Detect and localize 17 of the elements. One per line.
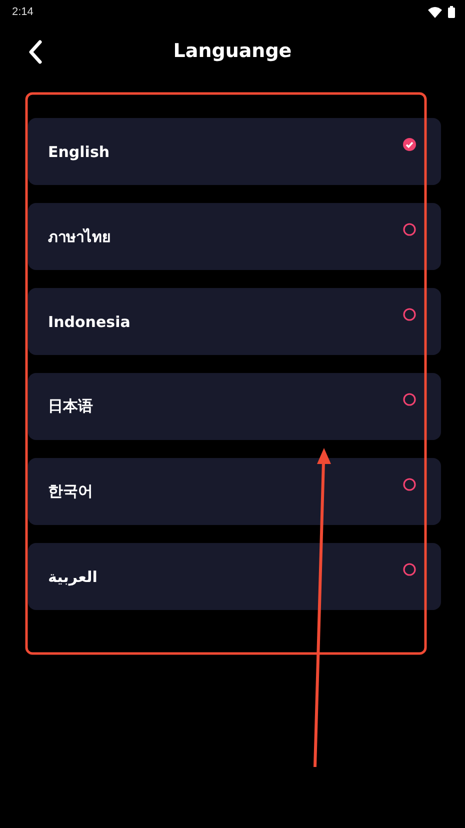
- status-time: 2:14: [12, 6, 34, 18]
- language-label: English: [48, 142, 110, 160]
- wifi-icon: [428, 6, 442, 18]
- language-label: 한국어: [48, 482, 93, 501]
- language-option[interactable]: English: [28, 118, 441, 185]
- language-option[interactable]: Indonesia: [28, 288, 441, 355]
- language-option[interactable]: ภาษาไทย: [28, 203, 441, 270]
- language-label: ภาษาไทย: [48, 226, 111, 248]
- battery-icon: [448, 6, 455, 18]
- language-option[interactable]: العربية: [28, 543, 441, 610]
- language-label: العربية: [48, 568, 98, 586]
- language-option[interactable]: 한국어: [28, 458, 441, 525]
- language-label: Indonesia: [48, 312, 130, 330]
- language-label: 日本语: [48, 397, 93, 416]
- screen-title: Languange: [173, 40, 292, 62]
- language-option[interactable]: 日本语: [28, 373, 441, 440]
- back-button[interactable]: [28, 40, 42, 64]
